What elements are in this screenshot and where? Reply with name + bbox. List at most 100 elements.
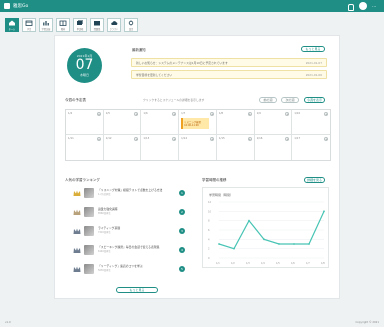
calendar-day[interactable]: 1/10 + (292, 110, 330, 135)
data-point (308, 243, 310, 245)
ranking-item[interactable]: 語彙力強化講座 8560回再生 2 (73, 205, 185, 219)
cloud-icon (110, 20, 118, 26)
nav-label: 設定 (128, 27, 134, 31)
calendar-note: クリックするとスケジュールの詳細を表示します (143, 98, 205, 102)
calendar-day[interactable]: 1/17 + (292, 135, 330, 160)
ranking-text: 「リーディング」速読のコツを学ぶ 5030回再生 (98, 264, 178, 273)
crown-icon (73, 266, 81, 272)
add-icon[interactable]: + (96, 137, 101, 141)
chart-icon (42, 20, 50, 26)
nav-settings[interactable]: 設定 (124, 18, 138, 32)
calendar-date: 1/11 (68, 137, 74, 140)
calendar-day[interactable]: 1/12 + (104, 135, 142, 160)
crown-icon (73, 247, 81, 253)
y-tick-label: 4 (208, 238, 210, 241)
nav-label: 単語帳 (76, 27, 84, 31)
ranking-title-text: 「リスニング対策」模擬テストで点数を上げる方法 (98, 188, 163, 193)
line-chart-svg: 0 2 4 6 8 10 12 1/1 1/2 1/3 1/4 1/5 1/6 1/7 1/8 (208, 201, 325, 265)
nav-books[interactable]: 教材 (56, 18, 70, 32)
add-icon[interactable]: + (285, 112, 290, 116)
user-name[interactable]: ··· (372, 4, 376, 9)
calendar-day[interactable]: 1/8 + (216, 110, 255, 135)
thumbnail (84, 188, 94, 198)
add-icon[interactable]: + (134, 137, 139, 141)
week-calendar: 1/4 + 1/5 + 1/6 + 1/7 + リスニング練習 10:00-11:00 1… (65, 109, 331, 161)
notice-item[interactable]: 学習目標を更新してください 2021-01-06 (131, 70, 327, 79)
nav-label: ホーム (8, 27, 16, 31)
add-icon[interactable]: + (285, 137, 290, 141)
nav-home[interactable]: ホーム (5, 18, 19, 32)
add-icon[interactable]: + (247, 112, 252, 116)
notice-more-button[interactable]: もっと見る (301, 46, 325, 52)
y-tick-label: 2 (208, 248, 210, 251)
learning-chart: 学習時間（時間） 0 2 4 6 8 10 12 1/1 1/2 1/3 1/4 1/5 1/6 1/7 1… (202, 187, 329, 268)
calendar-icon (25, 20, 33, 26)
this-week-button[interactable]: 今週を表示 (304, 97, 325, 103)
y-tick-label: 8 (208, 220, 210, 223)
add-icon[interactable]: + (324, 137, 328, 141)
add-icon[interactable]: + (209, 137, 214, 141)
ranking-item[interactable]: ライティング基礎 7210回再生 3 (73, 224, 185, 238)
ranking-item[interactable]: 「リーディング」速読のコツを学ぶ 5030回再生 5 (73, 262, 185, 276)
add-icon[interactable]: + (247, 137, 252, 141)
add-icon[interactable]: + (96, 112, 101, 116)
nav-label: 学習記録 (41, 27, 51, 31)
add-icon[interactable]: + (209, 112, 214, 116)
notice-date: 2021-01-06 (305, 72, 322, 77)
nav-calendar[interactable]: 予定 (22, 18, 36, 32)
ranking-item[interactable]: 「リスニング対策」模擬テストで点数を上げる方法 1.2万回再生 1 (73, 186, 185, 200)
calendar-day[interactable]: 1/16 + (255, 135, 293, 160)
nav-label: 予定 (26, 27, 32, 31)
bronze-crown-icon (73, 228, 81, 234)
ranking-more-button[interactable]: もっと見る (116, 287, 158, 293)
add-icon[interactable]: + (172, 137, 177, 141)
y-tick-label: 6 (208, 229, 210, 232)
cards-icon (76, 19, 84, 26)
next-week-button[interactable]: 次の週 (281, 97, 299, 103)
main-nav: ホーム 予定 学習記録 教材 単語帳 問題集 クラウド 設定 (5, 18, 138, 32)
list-icon (93, 20, 101, 26)
date-month: 2021年1月 (76, 54, 93, 58)
add-icon[interactable]: + (324, 112, 328, 116)
nav-label: 問題集 (93, 27, 101, 31)
data-point (218, 243, 220, 245)
notice-date: 2021-01-07 (305, 60, 322, 65)
calendar-day[interactable]: 1/11 + (66, 135, 104, 160)
prev-week-button[interactable]: 前の週 (259, 97, 277, 103)
add-icon[interactable]: + (172, 112, 177, 116)
avatar[interactable] (359, 2, 368, 10)
rank-badge: 5 (179, 266, 185, 272)
brand[interactable]: 雅思Go (4, 3, 28, 9)
nav-list[interactable]: 問題集 (90, 18, 104, 32)
data-point (323, 210, 325, 213)
rank-badge: 4 (179, 247, 185, 253)
calendar-day[interactable]: 1/13 + (141, 135, 180, 160)
calendar-day[interactable]: 1/5 + (103, 110, 142, 135)
add-icon[interactable]: + (134, 112, 139, 116)
ranking-text: ライティング基礎 7210回再生 (98, 226, 178, 235)
chart-detail-button[interactable]: 詳細を見る (304, 177, 325, 183)
calendar-day[interactable]: 1/14 + (179, 135, 217, 160)
calendar-event[interactable]: リスニング練習 10:00-11:00 (181, 118, 210, 129)
calendar-date: 1/5 (105, 112, 110, 115)
calendar-day[interactable]: 1/4 + (66, 110, 104, 135)
calendar-day[interactable]: 1/9 + (254, 110, 293, 135)
y-tick-label: 10 (208, 210, 212, 213)
calendar-day[interactable]: 1/6 + (141, 110, 180, 135)
nav-cards[interactable]: 単語帳 (73, 18, 87, 32)
nav-cloud[interactable]: クラウド (107, 18, 121, 32)
ranking-text: 「リスニング対策」模擬テストで点数を上げる方法 1.2万回再生 (98, 188, 178, 197)
notice-item[interactable]: 新しいお知らせ：システムのメンテナンスは1月10日に予定されています 2021-… (131, 58, 327, 67)
calendar-date: 1/17 (294, 137, 301, 140)
ranking-item[interactable]: 「スピーキング練習」毎日の会話で使える表現集 6140回再生 4 (73, 243, 185, 257)
thumbnail (84, 245, 94, 255)
bell-icon[interactable] (347, 3, 355, 11)
calendar-day[interactable]: 1/7 + リスニング練習 10:00-11:00 (179, 110, 217, 135)
user-area: ··· (347, 2, 376, 11)
calendar-day[interactable]: 1/15 + (217, 135, 255, 160)
data-point (233, 247, 235, 250)
nav-stats[interactable]: 学習記録 (39, 18, 53, 32)
ranking-title-text: ライティング基礎 (98, 226, 121, 231)
ranking-text: 語彙力強化講座 8560回再生 (98, 207, 178, 216)
calendar-date: 1/4 (68, 112, 73, 115)
